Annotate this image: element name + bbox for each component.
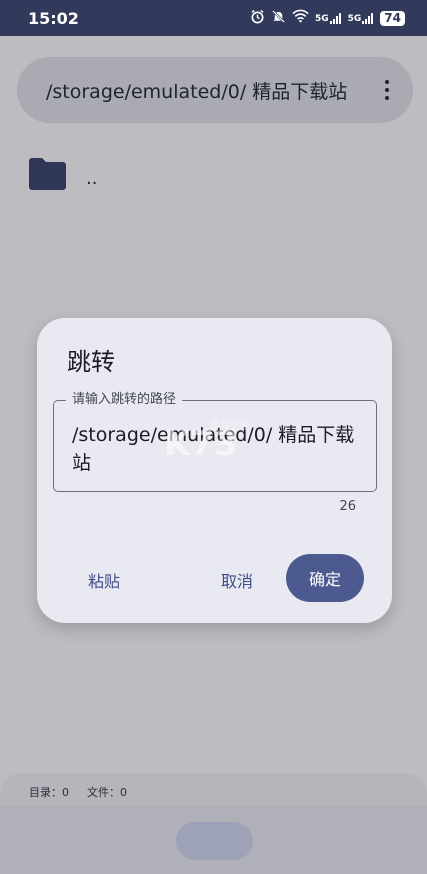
- wifi-icon: [292, 9, 309, 27]
- list-item-label: ..: [86, 167, 98, 189]
- svg-text:游戏之家: 游戏之家: [210, 419, 250, 432]
- svg-text:.com: .com: [212, 437, 237, 448]
- char-counter: 26: [339, 499, 356, 514]
- alarm-icon: [250, 9, 265, 28]
- dialog-title: 跳转: [67, 348, 115, 376]
- file-count: 文件：0: [87, 786, 127, 799]
- more-vert-icon[interactable]: [385, 80, 389, 100]
- confirm-button[interactable]: 确定: [286, 554, 364, 602]
- status-time: 15:02: [28, 8, 79, 28]
- 5g-signal-icon: 5G: [348, 12, 375, 24]
- cancel-button[interactable]: 取消: [221, 568, 253, 592]
- path-input-label: 请输入跳转的路径: [66, 391, 183, 409]
- watermark-logo: K73 游戏之家 .com: [160, 415, 250, 465]
- folder-icon: [29, 158, 66, 190]
- list-item[interactable]: ..: [29, 158, 97, 190]
- 5g-signal-icon: 5G: [315, 12, 342, 24]
- mute-icon: [271, 9, 286, 28]
- paste-button[interactable]: 粘贴: [88, 568, 120, 592]
- status-bar: 15:02 5G 5G 74: [0, 0, 427, 36]
- current-path[interactable]: /storage/emulated/0/ 精品下载站: [46, 77, 347, 104]
- bottom-stats: 目录：0 文件：0: [29, 784, 127, 800]
- battery-indicator: 74: [380, 10, 405, 26]
- fab-button[interactable]: [176, 822, 253, 860]
- path-bar[interactable]: /storage/emulated/0/ 精品下载站: [17, 57, 413, 123]
- status-icons: 5G 5G 74: [250, 9, 405, 28]
- goto-dialog: 跳转 请输入跳转的路径 /storage/emulated/0/ 精品下载站 2…: [37, 318, 392, 623]
- dir-count: 目录：0: [29, 786, 69, 799]
